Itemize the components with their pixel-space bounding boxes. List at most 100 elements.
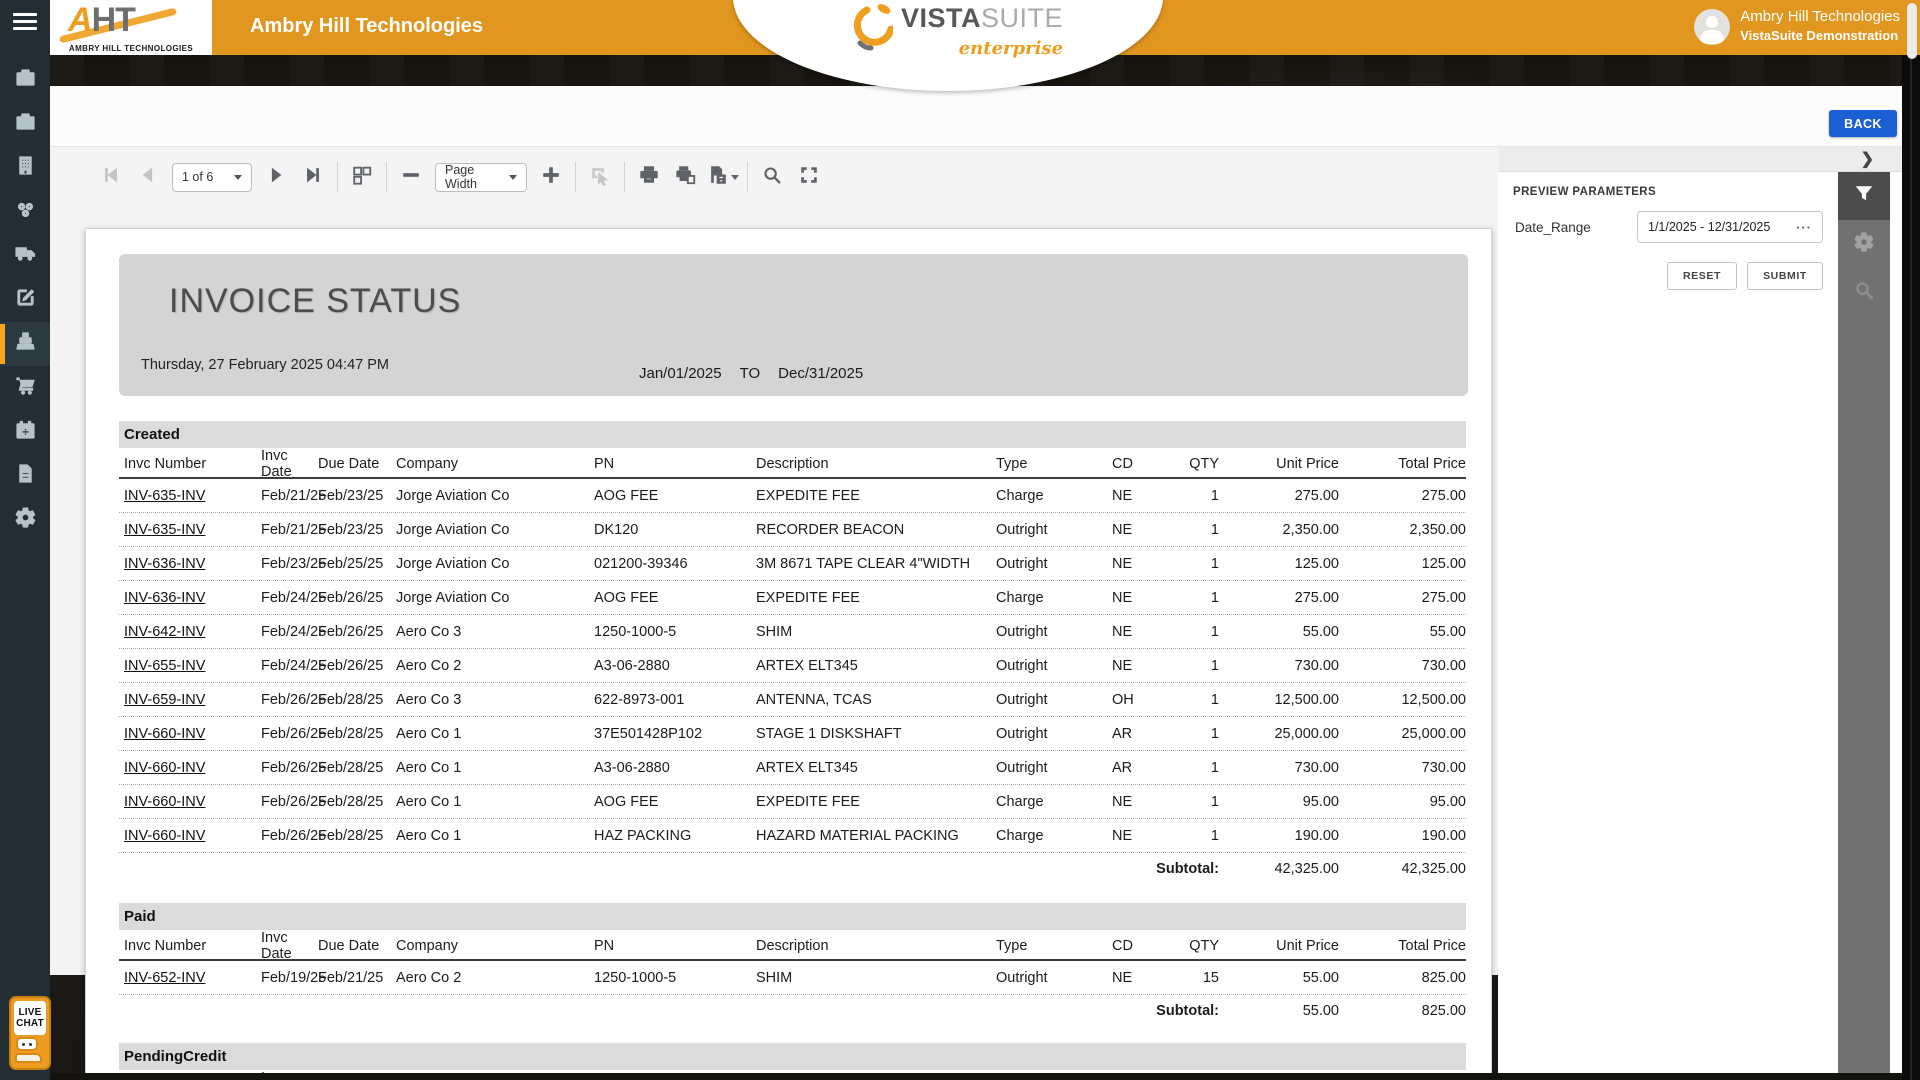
text-select-button[interactable] xyxy=(587,164,613,190)
table-cell: ARTEX ELT345 xyxy=(751,658,991,674)
table-cell: Charge xyxy=(991,794,1107,810)
next-page-button[interactable] xyxy=(263,164,289,190)
sidebar-item-register[interactable] xyxy=(0,322,50,366)
invoice-link[interactable]: INV-660-INV xyxy=(124,760,205,776)
invoice-link[interactable]: INV-655-INV xyxy=(124,658,205,674)
cart-icon xyxy=(14,374,37,402)
table-cell: NE xyxy=(1107,658,1167,674)
column-header: Unit Price xyxy=(1221,938,1341,954)
table-cell: NE xyxy=(1107,624,1167,640)
page-number-select[interactable]: 1 of 6 xyxy=(172,163,252,192)
sidebar-item-settings[interactable] xyxy=(0,498,50,542)
invoice-link[interactable]: INV-660-INV xyxy=(124,726,205,742)
next-page-icon xyxy=(265,164,287,191)
sidebar-item-truck[interactable] xyxy=(0,234,50,278)
invoice-link[interactable]: INV-660-INV xyxy=(124,794,205,810)
viewer-toolbar: 1 of 6 Page Width xyxy=(98,159,822,195)
invoice-link[interactable]: INV-635-INV xyxy=(124,488,205,504)
table-cell: Charge xyxy=(991,488,1107,504)
sidebar: LIVE CHAT xyxy=(0,0,50,1080)
table-cell: SHIM xyxy=(751,624,991,640)
invoice-link[interactable]: INV-636-INV xyxy=(124,590,205,606)
table-cell: Feb/24/25 xyxy=(256,624,313,640)
subtotal-row: Subtotal:42,325.0042,325.00 xyxy=(119,853,1466,884)
toolbox-icon xyxy=(14,66,37,94)
sidebar-item-building[interactable] xyxy=(0,146,50,190)
menu-icon[interactable] xyxy=(13,13,37,33)
print-button[interactable] xyxy=(636,164,662,190)
invoice-link[interactable]: INV-659-INV xyxy=(124,692,205,708)
prev-page-button[interactable] xyxy=(135,164,161,190)
sidebar-item-cart[interactable] xyxy=(0,366,50,410)
panel-title: PREVIEW PARAMETERS xyxy=(1513,186,1656,198)
page-scrollbar-track[interactable] xyxy=(1902,55,1920,1080)
table-cell: Feb/24/25 xyxy=(256,590,313,606)
report-date-range: Jan/01/2025TODec/31/2025 xyxy=(639,365,863,382)
caret-down-icon xyxy=(234,175,242,180)
date-range-input[interactable]: 1/1/2025 - 12/31/2025 ··· xyxy=(1637,211,1823,243)
table-cell: Aero Co 2 xyxy=(391,970,589,986)
rail-search-button[interactable] xyxy=(1838,268,1890,316)
content-header-strip: BACK xyxy=(50,86,1902,147)
rail-filter-button[interactable] xyxy=(1838,172,1890,220)
subtotal-total-price: 825.00 xyxy=(1341,1003,1468,1019)
table-cell: Aero Co 1 xyxy=(391,760,589,776)
table-cell: Outright xyxy=(991,970,1107,986)
first-page-button[interactable] xyxy=(98,164,124,190)
last-page-button[interactable] xyxy=(300,164,326,190)
zoom-level-select[interactable]: Page Width xyxy=(435,163,527,192)
rail-gear-button[interactable] xyxy=(1838,220,1890,268)
subtotal-total-price: 42,325.00 xyxy=(1341,861,1468,877)
invoice-link[interactable]: INV-642-INV xyxy=(124,624,205,640)
table-cell: NE xyxy=(1107,794,1167,810)
invoice-link[interactable]: INV-652-INV xyxy=(124,970,205,986)
collapse-panel-chevron-icon[interactable]: ❯ xyxy=(1861,149,1874,169)
table-cell: 95.00 xyxy=(1341,794,1468,810)
sidebar-item-briefcase[interactable] xyxy=(0,102,50,146)
invoice-link[interactable]: INV-635-INV xyxy=(124,522,205,538)
reset-button[interactable]: RESET xyxy=(1667,262,1737,290)
export-button[interactable] xyxy=(710,164,736,190)
table-cell: AOG FEE xyxy=(589,488,751,504)
sidebar-item-document[interactable] xyxy=(0,454,50,498)
search-document-button[interactable] xyxy=(759,164,785,190)
prev-page-icon xyxy=(137,164,159,191)
sidebar-item-calendar-add[interactable] xyxy=(0,410,50,454)
settings-icon xyxy=(14,506,37,534)
table-cell: NE xyxy=(1107,590,1167,606)
page-scrollbar-thumb[interactable] xyxy=(1907,3,1917,59)
fullscreen-button[interactable] xyxy=(796,164,822,190)
table-row: INV-655-INVFeb/24/25Feb/26/25Aero Co 2A3… xyxy=(119,649,1466,683)
table-cell: Outright xyxy=(991,692,1107,708)
live-chat-widget[interactable]: LIVE CHAT xyxy=(9,996,51,1070)
table-row: INV-659-INVFeb/26/25Feb/28/25Aero Co 362… xyxy=(119,683,1466,717)
sidebar-item-parts[interactable] xyxy=(0,190,50,234)
user-menu[interactable]: Ambry Hill Technologies VistaSuite Demon… xyxy=(1694,6,1900,45)
zoom-in-button[interactable] xyxy=(538,164,564,190)
table-cell: 1 xyxy=(1167,794,1221,810)
text-select-icon xyxy=(589,164,611,191)
panel-rail xyxy=(1838,172,1890,1073)
invoice-link[interactable]: INV-636-INV xyxy=(124,556,205,572)
table-cell: Aero Co 1 xyxy=(391,828,589,844)
section-band-pendingcredit: PendingCredit xyxy=(119,1043,1466,1070)
zoom-out-button[interactable] xyxy=(398,164,424,190)
print-icon xyxy=(638,164,660,191)
table-cell: 55.00 xyxy=(1341,624,1468,640)
table-cell: SHIM xyxy=(751,970,991,986)
submit-button[interactable]: SUBMIT xyxy=(1747,262,1823,290)
table-cell: 275.00 xyxy=(1341,488,1468,504)
sidebar-item-toolbox[interactable] xyxy=(0,58,50,102)
back-button[interactable]: BACK xyxy=(1829,110,1897,137)
user-org: Ambry Hill Technologies xyxy=(1740,8,1900,25)
multipage-view-button[interactable] xyxy=(349,164,375,190)
print-page-button[interactable] xyxy=(673,164,699,190)
brand-suite: SUITE xyxy=(981,3,1063,33)
date-range-picker-icon[interactable]: ··· xyxy=(1796,220,1812,235)
invoice-link[interactable]: INV-660-INV xyxy=(124,828,205,844)
table-cell: 37E501428P102 xyxy=(589,726,751,742)
sidebar-item-edit[interactable] xyxy=(0,278,50,322)
aht-logo[interactable]: AHT AMBRY HILL TECHNOLOGIES xyxy=(50,0,212,55)
table-cell: A3-06-2880 xyxy=(589,658,751,674)
table-cell: 730.00 xyxy=(1221,760,1341,776)
